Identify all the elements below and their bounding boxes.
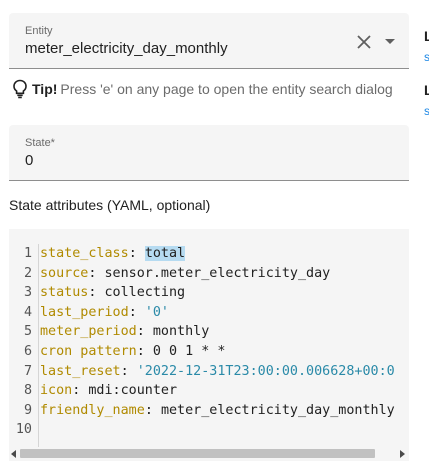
side-heading: L bbox=[424, 28, 429, 44]
side-link[interactable]: s bbox=[424, 104, 429, 118]
yaml-value: '2022-12-31T23:00:00.006628+00:0 bbox=[136, 363, 395, 379]
yaml-separator: : bbox=[136, 324, 153, 340]
line-number: 10 bbox=[15, 422, 32, 438]
code-line[interactable]: 4 last_period: '0' bbox=[9, 303, 409, 323]
yaml-separator: : bbox=[72, 383, 89, 399]
line-number: 8 bbox=[23, 383, 32, 399]
code-line[interactable]: 6 cron pattern: 0 0 1 * * bbox=[9, 342, 409, 362]
yaml-value: sensor.meter_electricity_day bbox=[104, 265, 331, 281]
code-line[interactable]: 10 bbox=[9, 420, 409, 440]
yaml-key: meter_period bbox=[40, 324, 137, 340]
yaml-key: last_reset bbox=[40, 363, 121, 379]
attributes-heading: State attributes (YAML, optional) bbox=[9, 197, 211, 213]
code-line[interactable]: 8 icon: mdi:counter bbox=[9, 381, 409, 401]
code-text: last_reset: '2022-12-31T23:00:00.006628+… bbox=[40, 362, 395, 382]
yaml-separator: : bbox=[88, 285, 105, 301]
entity-value[interactable]: meter_electricity_day_monthly bbox=[25, 40, 228, 57]
entity-label: Entity bbox=[25, 25, 53, 37]
yaml-separator: : bbox=[136, 343, 153, 359]
set-state-panel: Entity meter_electricity_day_monthly Tip… bbox=[0, 0, 418, 469]
yaml-value: monthly bbox=[152, 324, 210, 340]
code-line[interactable]: 5 meter_period: monthly bbox=[9, 322, 409, 342]
line-number: 5 bbox=[23, 324, 32, 340]
code-line[interactable]: 1 state_class: total bbox=[9, 244, 409, 264]
clear-icon[interactable] bbox=[355, 33, 373, 51]
yaml-editor[interactable]: 1 state_class: total 2 source: sensor.meter… bbox=[9, 229, 409, 461]
line-number: 9 bbox=[23, 402, 32, 418]
state-field[interactable]: State* 0 bbox=[9, 125, 409, 181]
yaml-value: collecting bbox=[104, 285, 186, 301]
code-line[interactable]: 7 last_reset: '2022-12-31T23:00:00.006628… bbox=[9, 362, 409, 382]
horizontal-scrollbar[interactable] bbox=[9, 447, 409, 461]
state-value[interactable]: 0 bbox=[25, 152, 33, 169]
yaml-key: status bbox=[40, 285, 89, 301]
right-side-column: LsLs bbox=[424, 0, 429, 469]
side-link[interactable]: s bbox=[424, 50, 429, 64]
yaml-value: mdi:counter bbox=[88, 383, 178, 399]
line-number: 2 bbox=[23, 265, 32, 281]
yaml-value: meter_electricity_day_monthly bbox=[160, 402, 395, 418]
code-text: source: sensor.meter_electricity_day bbox=[40, 264, 330, 284]
yaml-separator: : bbox=[128, 246, 145, 261]
yaml-key: cron pattern bbox=[40, 343, 137, 359]
yaml-value: '0' bbox=[144, 304, 169, 320]
line-number: 3 bbox=[23, 285, 32, 301]
yaml-key: last_period bbox=[40, 304, 129, 320]
line-number: 1 bbox=[23, 246, 32, 261]
entity-picker[interactable]: Entity meter_electricity_day_monthly bbox=[9, 13, 409, 69]
dropdown-arrow-icon[interactable] bbox=[384, 38, 396, 46]
code-lines[interactable]: 1 state_class: total 2 source: sensor.meter… bbox=[9, 244, 409, 440]
code-text: cron pattern: 0 0 1 * * bbox=[40, 342, 225, 362]
yaml-value: total bbox=[144, 246, 186, 261]
code-text: icon: mdi:counter bbox=[40, 381, 177, 401]
tip-row: Tip! Press 'e' on any page to open the e… bbox=[12, 78, 393, 100]
yaml-separator: : bbox=[144, 402, 161, 418]
yaml-key: source bbox=[40, 265, 89, 281]
yaml-separator: : bbox=[88, 265, 105, 281]
line-number: 7 bbox=[23, 363, 32, 379]
yaml-key: friendly_name bbox=[40, 402, 145, 418]
code-line[interactable]: 2 source: sensor.meter_electricity_day bbox=[9, 264, 409, 284]
code-text: state_class: total bbox=[40, 244, 186, 264]
state-label: State* bbox=[25, 137, 55, 149]
yaml-value: 0 0 1 * * bbox=[152, 343, 226, 359]
code-text: last_period: '0' bbox=[40, 303, 169, 323]
side-heading: L bbox=[424, 82, 429, 98]
yaml-key: state_class bbox=[40, 246, 129, 261]
code-line[interactable]: 9 friendly_name: meter_electricity_day_mo… bbox=[9, 401, 409, 421]
scroll-left-arrow-icon[interactable] bbox=[11, 450, 16, 458]
line-number: 4 bbox=[23, 304, 32, 320]
yaml-separator: : bbox=[120, 363, 137, 379]
scroll-right-arrow-icon[interactable] bbox=[400, 450, 405, 458]
scrollbar-thumb[interactable] bbox=[20, 449, 375, 458]
code-line[interactable]: 3 status: collecting bbox=[9, 283, 409, 303]
code-text: meter_period: monthly bbox=[40, 322, 209, 342]
code-text: status: collecting bbox=[40, 283, 185, 303]
lightbulb-icon bbox=[13, 79, 27, 99]
tip-label: Tip! bbox=[32, 81, 58, 97]
yaml-key: icon bbox=[40, 383, 73, 399]
line-number: 6 bbox=[23, 343, 32, 359]
tip-text: Press 'e' on any page to open the entity… bbox=[60, 81, 393, 97]
code-text: friendly_name: meter_electricity_day_mon… bbox=[40, 401, 395, 421]
yaml-separator: : bbox=[128, 304, 145, 320]
